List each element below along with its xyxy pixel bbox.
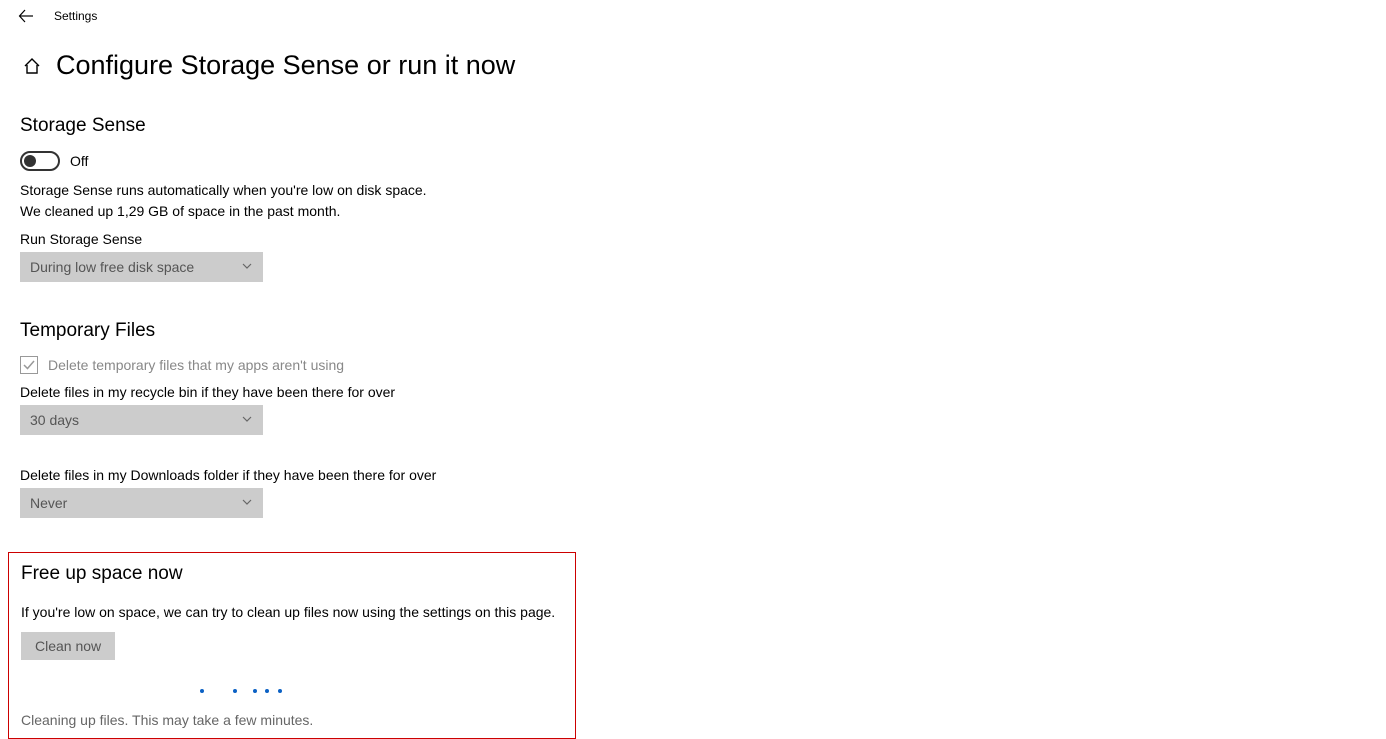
- chevron-down-icon: [241, 259, 253, 275]
- chevron-down-icon: [241, 412, 253, 428]
- storage-sense-desc-2: We cleaned up 1,29 GB of space in the pa…: [20, 202, 620, 221]
- chevron-down-icon: [241, 495, 253, 511]
- free-up-desc: If you're low on space, we can try to cl…: [21, 603, 575, 622]
- delete-temp-checkbox-row: Delete temporary files that my apps aren…: [20, 356, 620, 374]
- storage-sense-heading: Storage Sense: [20, 115, 620, 137]
- run-storage-sense-dropdown[interactable]: During low free disk space: [20, 252, 263, 282]
- storage-sense-desc-1: Storage Sense runs automatically when yo…: [20, 181, 620, 200]
- recycle-bin-label: Delete files in my recycle bin if they h…: [20, 384, 620, 400]
- back-arrow-icon[interactable]: [12, 6, 40, 26]
- temporary-files-heading: Temporary Files: [20, 320, 620, 342]
- storage-sense-toggle-row: Off: [20, 151, 620, 171]
- storage-sense-toggle-label: Off: [70, 153, 88, 169]
- home-icon[interactable]: [20, 54, 44, 78]
- run-storage-sense-value: During low free disk space: [30, 259, 194, 275]
- clean-now-button[interactable]: Clean now: [21, 632, 115, 660]
- delete-temp-checkbox[interactable]: [20, 356, 38, 374]
- progress-dots-icon: [21, 680, 461, 698]
- downloads-value: Never: [30, 495, 67, 511]
- storage-sense-toggle[interactable]: [20, 151, 60, 171]
- downloads-dropdown[interactable]: Never: [20, 488, 263, 518]
- free-up-space-box: Free up space now If you're low on space…: [8, 552, 576, 739]
- recycle-bin-dropdown[interactable]: 30 days: [20, 405, 263, 435]
- toggle-knob-icon: [24, 155, 36, 167]
- free-up-heading: Free up space now: [21, 563, 575, 585]
- content: Storage Sense Off Storage Sense runs aut…: [0, 87, 620, 739]
- app-title: Settings: [54, 9, 97, 23]
- recycle-bin-value: 30 days: [30, 412, 79, 428]
- titlebar: Settings: [0, 0, 1386, 32]
- cleaning-status: Cleaning up files. This may take a few m…: [21, 712, 575, 728]
- downloads-label: Delete files in my Downloads folder if t…: [20, 467, 620, 483]
- run-storage-sense-label: Run Storage Sense: [20, 231, 620, 247]
- page-title: Configure Storage Sense or run it now: [56, 50, 515, 81]
- delete-temp-checkbox-label: Delete temporary files that my apps aren…: [48, 357, 344, 373]
- page-header: Configure Storage Sense or run it now: [0, 32, 1386, 87]
